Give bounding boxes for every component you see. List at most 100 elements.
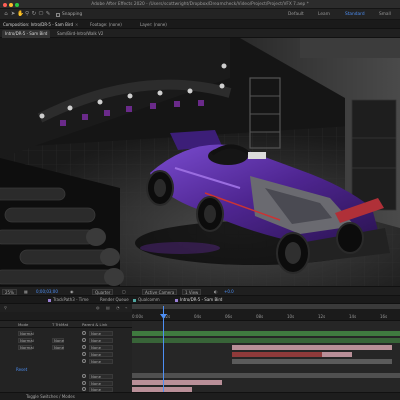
tab-layer[interactable]: Layer: (none) — [140, 20, 167, 29]
timeline-tabs: TrackPath3 - Time Render Queue Qualcomm … — [0, 296, 400, 304]
zoom-tool-icon[interactable]: ⚲ — [24, 11, 30, 18]
layer-list: Normal None Normal None None Normal None… — [0, 328, 132, 392]
graph-editor-icon[interactable]: ⌁ — [125, 304, 127, 312]
trkmat-dropdown[interactable]: None — [52, 344, 64, 350]
pick-whip-icon[interactable] — [82, 374, 86, 378]
workspace-standard[interactable]: Standard — [345, 9, 365, 20]
layer-bar[interactable] — [132, 331, 400, 336]
layer-column-header: Mode T TrkMat Parent & Link — [0, 320, 132, 328]
layer-row[interactable]: Normal None None — [0, 344, 132, 350]
rotate-tool-icon[interactable]: ↻ — [31, 11, 37, 18]
pen-tool-icon[interactable]: ✎ — [45, 11, 51, 18]
close-window-button[interactable] — [3, 2, 7, 7]
parent-dropdown[interactable]: None — [89, 330, 113, 336]
layer-bar[interactable] — [132, 338, 400, 343]
close-tab-icon[interactable]: × — [75, 22, 78, 27]
zoom-dropdown[interactable]: 25% — [2, 288, 17, 295]
pick-whip-icon[interactable] — [82, 331, 86, 335]
window-title: Adobe After Effects 2020 - /Users/scottw… — [91, 2, 309, 7]
composition-tabs: Intro/DR-5 - Sam Bird Sam/Bird-Intro/Wal… — [0, 29, 400, 38]
layer-bar[interactable] — [232, 359, 392, 364]
timeline-controls: ⚲ ◍ ▤ ◔ ⌁ — [0, 304, 132, 312]
layer-bar[interactable] — [232, 352, 322, 357]
parent-dropdown[interactable]: None — [89, 344, 113, 350]
snapping-label: Snapping — [62, 12, 83, 17]
pick-whip-icon[interactable] — [82, 345, 86, 349]
exposure-value[interactable]: +0.0 — [224, 287, 234, 296]
selection-tool-icon[interactable]: ➤ — [10, 11, 16, 18]
resolution-dropdown[interactable]: Quarter — [92, 288, 114, 295]
workspace-learn[interactable]: Learn — [318, 9, 330, 20]
pick-whip-icon[interactable] — [82, 338, 86, 342]
pick-whip-icon[interactable] — [82, 387, 86, 391]
frame-blending-icon[interactable]: ▤ — [106, 304, 110, 312]
comp-tab-walk[interactable]: Sam/Bird-Intro/Walk V2 — [54, 30, 106, 38]
toolbar: ⌂ ➤ ✋ ⚲ ↻ ⎔ ✎ Snapping Default Learn Sta… — [0, 9, 400, 28]
views-dropdown[interactable]: 1 View — [182, 288, 202, 295]
search-icon[interactable]: ⚲ — [4, 304, 7, 312]
label-color-swatch — [48, 298, 51, 302]
snapping-checkbox[interactable] — [56, 12, 60, 17]
time-ruler[interactable]: 0:00s 02s 04s 06s 08s 10s 12s 14s 16s — [132, 304, 400, 320]
workspace-default[interactable]: Default — [288, 9, 304, 20]
toggle-switches-modes-button[interactable]: Toggle Switches / Modes — [26, 393, 75, 400]
reset-exposure-icon[interactable]: ◐ — [214, 287, 218, 296]
label-color-swatch — [175, 298, 178, 302]
trkmat-dropdown[interactable]: None — [52, 337, 64, 343]
layer-bar[interactable] — [132, 373, 400, 378]
layer-bar[interactable] — [232, 345, 392, 350]
parent-dropdown[interactable]: None — [89, 386, 113, 392]
region-of-interest-icon[interactable]: ▢ — [122, 287, 126, 296]
pick-whip-icon[interactable] — [82, 352, 86, 356]
ruler-tick-label: 12s — [318, 314, 326, 319]
tab-intro-sam-bird[interactable]: Intro/DR-5 - Sam Bird — [175, 296, 222, 304]
mode-dropdown[interactable]: Normal — [18, 330, 34, 336]
comp-tab-intro[interactable]: Intro/DR-5 - Sam Bird — [2, 30, 51, 38]
home-icon[interactable]: ⌂ — [3, 11, 9, 18]
maximize-window-button[interactable] — [15, 2, 19, 7]
shy-layers-icon[interactable]: ◍ — [96, 304, 100, 312]
reset-link[interactable]: Reset — [16, 367, 27, 372]
layer-bar[interactable] — [132, 380, 222, 385]
rendered-race-car-scene — [0, 38, 400, 286]
ruler-tick-label: 14s — [349, 314, 357, 319]
parent-dropdown[interactable]: None — [89, 373, 113, 379]
tab-composition[interactable]: Composition: Intro/DR-5 - Sam Bird × — [3, 20, 78, 29]
ruler-tick-label: 16s — [380, 314, 388, 319]
label-color-swatch — [133, 298, 136, 302]
minimize-window-button[interactable] — [9, 2, 13, 7]
viewer-controls: 25% ▦ 0;00;03;00 ◉ Quarter ▢ Active Came… — [0, 286, 400, 296]
mode-dropdown[interactable]: Normal — [18, 337, 34, 343]
tab-qualcomm[interactable]: Qualcomm — [133, 296, 160, 304]
window-controls[interactable] — [3, 2, 19, 7]
timecode-display[interactable]: 0;00;03;00 — [36, 287, 58, 296]
parent-dropdown[interactable]: None — [89, 337, 113, 343]
parent-dropdown[interactable]: None — [89, 380, 113, 386]
layer-bar[interactable] — [322, 352, 352, 357]
layer-row[interactable]: None — [0, 358, 132, 364]
parent-dropdown[interactable]: None — [89, 358, 113, 364]
hand-tool-icon[interactable]: ✋ — [17, 11, 24, 18]
tab-footage[interactable]: Footage: (none) — [90, 20, 122, 29]
pick-whip-icon[interactable] — [82, 359, 86, 363]
timeline-graph[interactable] — [132, 320, 400, 392]
layer-row[interactable]: Normal None — [0, 330, 132, 336]
pick-whip-icon[interactable] — [82, 381, 86, 385]
composition-viewer[interactable] — [0, 38, 400, 286]
layer-row[interactable]: Normal None None — [0, 337, 132, 343]
tab-render-queue[interactable]: Render Queue — [100, 296, 129, 304]
ruler-tick-label: 04s — [194, 314, 202, 319]
ruler-tick-label: 08s — [256, 314, 264, 319]
layer-row[interactable]: None — [0, 373, 132, 379]
layer-row[interactable]: None — [0, 351, 132, 357]
camera-tool-icon[interactable]: ⎔ — [38, 11, 44, 18]
camera-dropdown[interactable]: Active Camera — [142, 288, 178, 295]
motion-blur-icon[interactable]: ◔ — [116, 304, 120, 312]
work-area-bar[interactable] — [132, 304, 400, 309]
playhead-line[interactable] — [163, 306, 164, 400]
parent-dropdown[interactable]: None — [89, 351, 113, 357]
grid-icon[interactable]: ▦ — [24, 287, 28, 296]
mode-dropdown[interactable]: Normal — [18, 344, 34, 350]
tab-trackpath-time[interactable]: TrackPath3 - Time — [48, 296, 89, 304]
snapshot-icon[interactable]: ◉ — [70, 287, 74, 296]
